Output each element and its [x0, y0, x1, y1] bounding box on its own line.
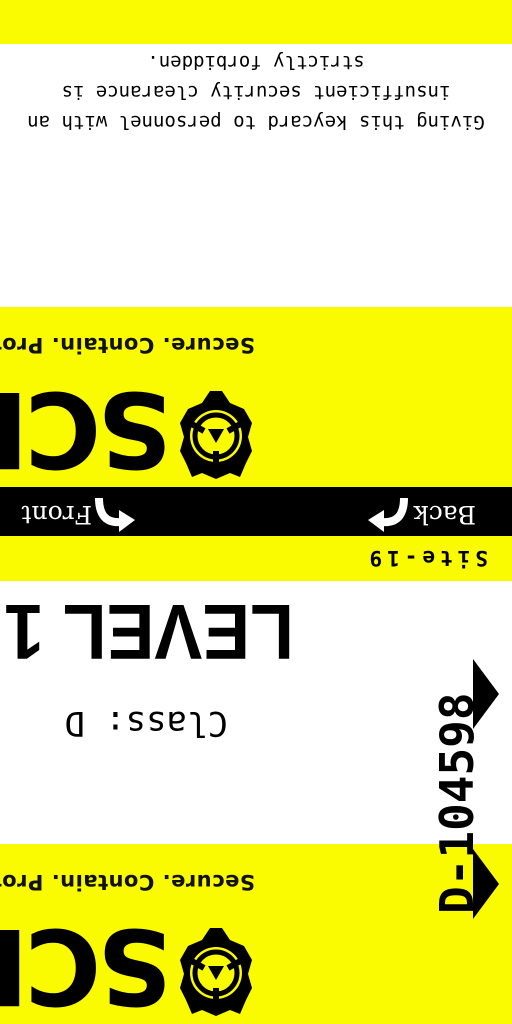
- site-label: Site-19: [364, 546, 488, 570]
- back-warning-panel: Giving this keycard to personnel with an…: [0, 44, 512, 307]
- personnel-id: D-104598: [430, 692, 484, 914]
- curved-arrow-icon[interactable]: [364, 492, 412, 532]
- class-label: Class: D: [64, 703, 228, 743]
- scp-emblem-icon: [178, 926, 254, 1018]
- scp-logo-text: SCP: [0, 905, 172, 1024]
- front-button[interactable]: Front: [22, 500, 93, 529]
- flip-nav-bar: Back Front: [0, 487, 512, 536]
- warning-line: insufficient security clearance is: [61, 81, 451, 103]
- scp-logo-text: SCP: [0, 368, 172, 490]
- warning-line: strictly forbidden.: [147, 51, 365, 73]
- back-yellow-header: SCP Secure. Contain. Protect: [0, 307, 512, 490]
- card-motto: Secure. Contain. Protect: [0, 333, 255, 357]
- back-yellow-footer: [0, 0, 512, 44]
- warning-line: Giving this keycard to personnel with an: [27, 111, 485, 133]
- scp-emblem-icon: [178, 389, 254, 481]
- keycard-texture: SCP Secure. Contain. Protect LEVEL 1 Cla…: [0, 0, 512, 1024]
- site-strip: Site-19: [0, 536, 512, 581]
- warning-text: Giving this keycard to personnel with an…: [0, 47, 512, 137]
- curved-arrow-icon[interactable]: [91, 492, 139, 532]
- back-button[interactable]: Back: [414, 500, 476, 529]
- card-motto: Secure. Contain. Protect: [0, 870, 255, 894]
- clearance-level: LEVEL 1: [4, 588, 294, 676]
